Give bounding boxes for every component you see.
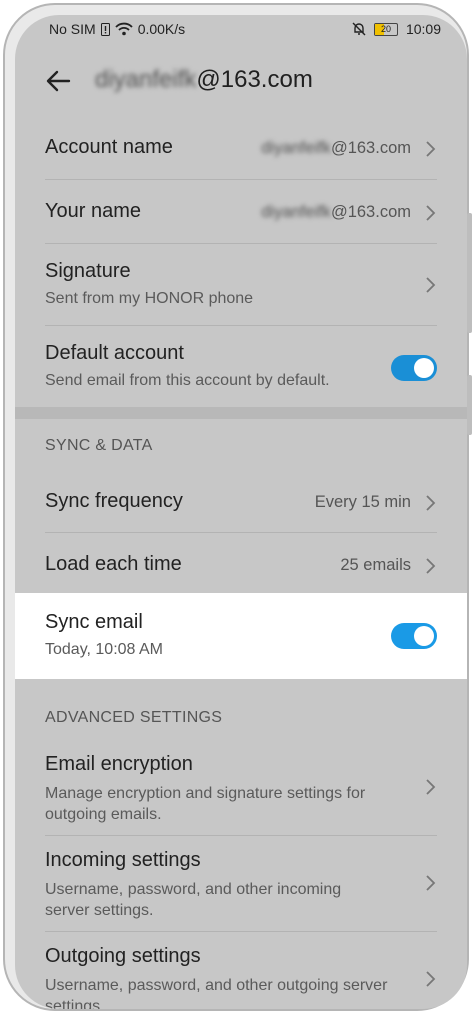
page-title: diyanfeifk@163.com: [95, 66, 313, 93]
mute-bell-icon: [352, 22, 366, 36]
divider: [45, 835, 437, 836]
section-header-sync: SYNC & DATA: [45, 437, 153, 454]
clock-text: 10:09: [405, 21, 441, 37]
app-header: diyanfeifk@163.com: [15, 55, 467, 107]
power-button: [467, 375, 472, 435]
battery-icon: 20: [373, 22, 398, 36]
sim-alert-icon: [100, 22, 110, 36]
row-label: Your name: [45, 200, 141, 222]
chevron-right-icon: [426, 205, 436, 221]
wifi-icon: [115, 22, 133, 36]
row-label: Sync frequency: [45, 490, 183, 512]
chevron-right-icon: [426, 971, 436, 987]
toggle-knob: [414, 626, 434, 646]
carrier-text: No SIM: [49, 21, 96, 37]
default-account-row[interactable]: Default account Send email from this acc…: [45, 337, 437, 407]
screen: No SIM 0.00K/s 20 10:09 diyanfeifk@163.c…: [15, 15, 467, 1009]
chevron-right-icon: [426, 277, 436, 293]
row-label: Email encryption: [45, 753, 193, 775]
sync-email-toggle[interactable]: [391, 623, 437, 649]
row-label: Incoming settings: [45, 849, 201, 871]
row-value: 25 emails: [340, 556, 411, 574]
row-label: Account name: [45, 136, 173, 158]
divider: [45, 931, 437, 932]
outgoing-settings-row[interactable]: Outgoing settings Username, password, an…: [45, 937, 437, 1009]
row-subtitle: Username, password, and other outgoing s…: [45, 977, 388, 1009]
arrow-left-icon[interactable]: [43, 65, 75, 97]
default-account-toggle[interactable]: [391, 355, 437, 381]
chevron-right-icon: [426, 141, 436, 157]
row-subtitle: Manage encryption and signature settings…: [45, 785, 366, 823]
chevron-right-icon: [426, 779, 436, 795]
sync-email-row[interactable]: Sync email Today, 10:08 AM: [45, 607, 437, 671]
incoming-settings-row[interactable]: Incoming settings Username, password, an…: [45, 841, 437, 931]
chevron-right-icon: [426, 558, 436, 574]
chevron-right-icon: [426, 875, 436, 891]
volume-button: [467, 213, 472, 333]
divider: [45, 179, 437, 180]
row-subtitle: Today, 10:08 AM: [45, 641, 163, 658]
account-name-row[interactable]: Account name diyanfeifk@163.com: [45, 127, 437, 191]
row-label: Default account: [45, 342, 184, 364]
load-each-time-row[interactable]: Load each time 25 emails: [45, 545, 437, 595]
status-bar: No SIM 0.00K/s 20 10:09: [15, 15, 467, 43]
email-encryption-row[interactable]: Email encryption Manage encryption and s…: [45, 745, 437, 835]
row-label: Outgoing settings: [45, 945, 201, 967]
signature-row[interactable]: Signature Sent from my HONOR phone: [45, 255, 437, 325]
row-subtitle: Sent from my HONOR phone: [45, 290, 254, 307]
row-label: Signature: [45, 260, 131, 282]
section-gap: [15, 407, 467, 419]
section-header-advanced: ADVANCED SETTINGS: [45, 709, 223, 726]
row-subtitle: Send email from this account by default.: [45, 372, 330, 389]
divider: [45, 532, 437, 533]
network-speed-text: 0.00K/s: [137, 21, 186, 37]
sync-frequency-row[interactable]: Sync frequency Every 15 min: [45, 481, 437, 543]
sync-email-highlight: Sync email Today, 10:08 AM: [15, 593, 467, 679]
divider: [45, 325, 437, 326]
row-value: diyanfeifk@163.com: [261, 139, 411, 157]
row-subtitle: Username, password, and other incoming s…: [45, 881, 342, 919]
row-value: Every 15 min: [314, 493, 411, 511]
row-value: diyanfeifk@163.com: [261, 203, 411, 221]
toggle-knob: [414, 358, 434, 378]
row-label: Load each time: [45, 553, 182, 575]
divider: [45, 243, 437, 244]
chevron-right-icon: [426, 495, 436, 511]
row-label: Sync email: [45, 611, 143, 633]
phone-frame: No SIM 0.00K/s 20 10:09 diyanfeifk@163.c…: [3, 3, 472, 1011]
